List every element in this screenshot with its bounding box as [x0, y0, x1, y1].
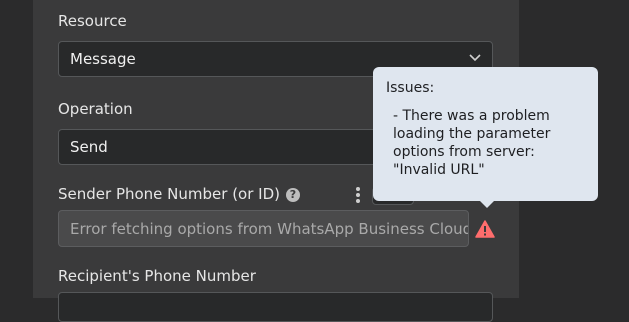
resource-label: Resource — [58, 12, 127, 30]
help-icon[interactable]: ? — [286, 188, 300, 202]
resource-select-value: Message — [70, 50, 136, 68]
tooltip-title: Issues: — [386, 80, 435, 96]
sender-phone-error-value: Error fetching options from WhatsApp Bus… — [70, 220, 469, 238]
issues-tooltip: Issues: - There was a problem loading th… — [373, 67, 598, 208]
operation-select-value: Send — [70, 138, 108, 156]
recipient-phone-label: Recipient's Phone Number — [58, 267, 256, 285]
operation-label: Operation — [58, 100, 133, 118]
sender-phone-label-text: Sender Phone Number (or ID) — [58, 185, 280, 203]
sender-phone-label: Sender Phone Number (or ID)? — [58, 185, 300, 203]
recipient-phone-input[interactable] — [58, 292, 493, 322]
tooltip-arrow — [480, 201, 494, 208]
chevron-down-icon — [469, 54, 481, 62]
options-menu-icon[interactable] — [355, 186, 361, 204]
tooltip-issue-text: - There was a problem loading the parame… — [393, 108, 551, 178]
sender-phone-input[interactable]: Error fetching options from WhatsApp Bus… — [58, 210, 469, 247]
warning-icon[interactable] — [475, 220, 495, 238]
